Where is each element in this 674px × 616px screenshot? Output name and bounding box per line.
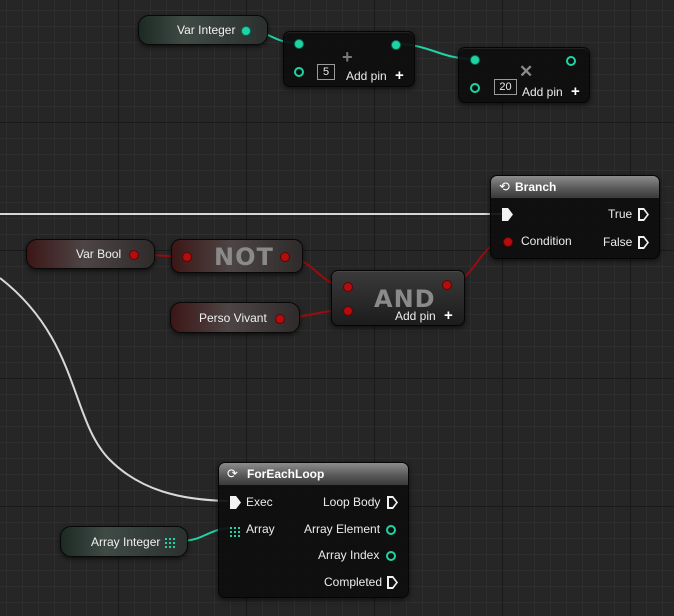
foreach-array-element-label: Array Element [304,522,381,536]
and-input-b-pin[interactable] [343,306,353,316]
add-value-input[interactable]: 5 [317,64,335,80]
add-addpin-label[interactable]: Add pin [346,69,387,83]
foreach-exec-in-pin[interactable] [230,496,241,509]
perso-vivant-label: Perso Vivant [199,310,267,325]
array-integer-grid-icon[interactable] [165,537,175,548]
multiply-addpin-label[interactable]: Add pin [522,85,563,99]
add-input-b-pin[interactable] [294,67,304,77]
var-bool-label: Var Bool [76,247,122,261]
array-grid-icon[interactable] [230,524,240,537]
branch-condition-label: Condition [521,234,572,248]
not-label: NOT [214,243,274,271]
foreach-exec-label: Exec [246,495,273,509]
branch-false-pin[interactable] [638,236,649,249]
var-integer-node[interactable]: Var Integer [138,15,268,45]
branch-icon: ⟲ [499,179,510,194]
var-integer-output-pin[interactable] [241,26,251,36]
add-pin-plus-icon[interactable]: + [395,68,404,83]
multiply-output-pin[interactable] [566,56,576,66]
perso-vivant-node[interactable]: Perso Vivant [170,302,300,333]
foreach-loop-body-pin[interactable] [387,496,398,509]
and-node[interactable]: AND Add pin + [331,270,465,326]
branch-header[interactable]: ⟲ Branch [491,176,659,199]
array-integer-label: Array Integer [91,534,161,549]
branch-exec-in-pin[interactable] [502,208,513,221]
foreach-completed-label: Completed [324,575,383,589]
plus-icon: + [342,47,353,67]
add-output-pin[interactable] [391,40,401,50]
branch-node[interactable]: ⟲ Branch Condition True False [490,175,660,259]
multiply-add-pin-plus-icon[interactable]: + [571,84,580,99]
foreach-header[interactable]: ⟳ ForEachLoop [219,463,408,486]
array-integer-node[interactable]: Array Integer [60,526,188,557]
foreach-loop-node[interactable]: ⟳ ForEachLoop Exec Array Loop Body Array… [218,462,409,598]
and-input-a-pin[interactable] [343,282,353,292]
and-add-pin-plus-icon[interactable]: + [444,308,453,323]
foreach-loop-body-label: Loop Body [323,495,381,509]
var-integer-label: Var Integer [177,23,236,37]
not-node[interactable]: NOT [171,239,303,273]
perso-vivant-output-pin[interactable] [275,314,285,324]
foreach-array-index-label: Array Index [318,548,380,562]
multiply-input-b-pin[interactable] [470,83,480,93]
branch-true-pin[interactable] [638,208,649,221]
var-bool-node[interactable]: Var Bool [26,239,155,269]
multiply-value-input[interactable]: 20 [494,79,517,95]
foreach-array-index-pin[interactable] [386,551,396,561]
not-output-pin[interactable] [280,252,290,262]
var-bool-output-pin[interactable] [129,250,139,260]
multiply-input-a-pin[interactable] [470,55,480,65]
branch-condition-pin[interactable] [503,237,513,247]
foreach-array-label: Array [246,522,275,536]
foreach-completed-pin[interactable] [387,576,398,589]
and-output-pin[interactable] [442,280,452,290]
not-input-pin[interactable] [182,252,192,262]
and-addpin-label[interactable]: Add pin [395,309,436,323]
branch-title: Branch [515,180,557,194]
add-node[interactable]: 5 + Add pin + [283,31,415,87]
branch-false-label: False [603,235,633,249]
branch-true-label: True [608,207,633,221]
loop-icon: ⟳ [227,466,238,481]
multiply-icon: ✕ [519,62,534,81]
foreach-array-element-pin[interactable] [386,525,396,535]
multiply-node[interactable]: 20 ✕ Add pin + [458,47,590,103]
foreach-title: ForEachLoop [247,467,325,481]
add-input-a-pin[interactable] [294,39,304,49]
